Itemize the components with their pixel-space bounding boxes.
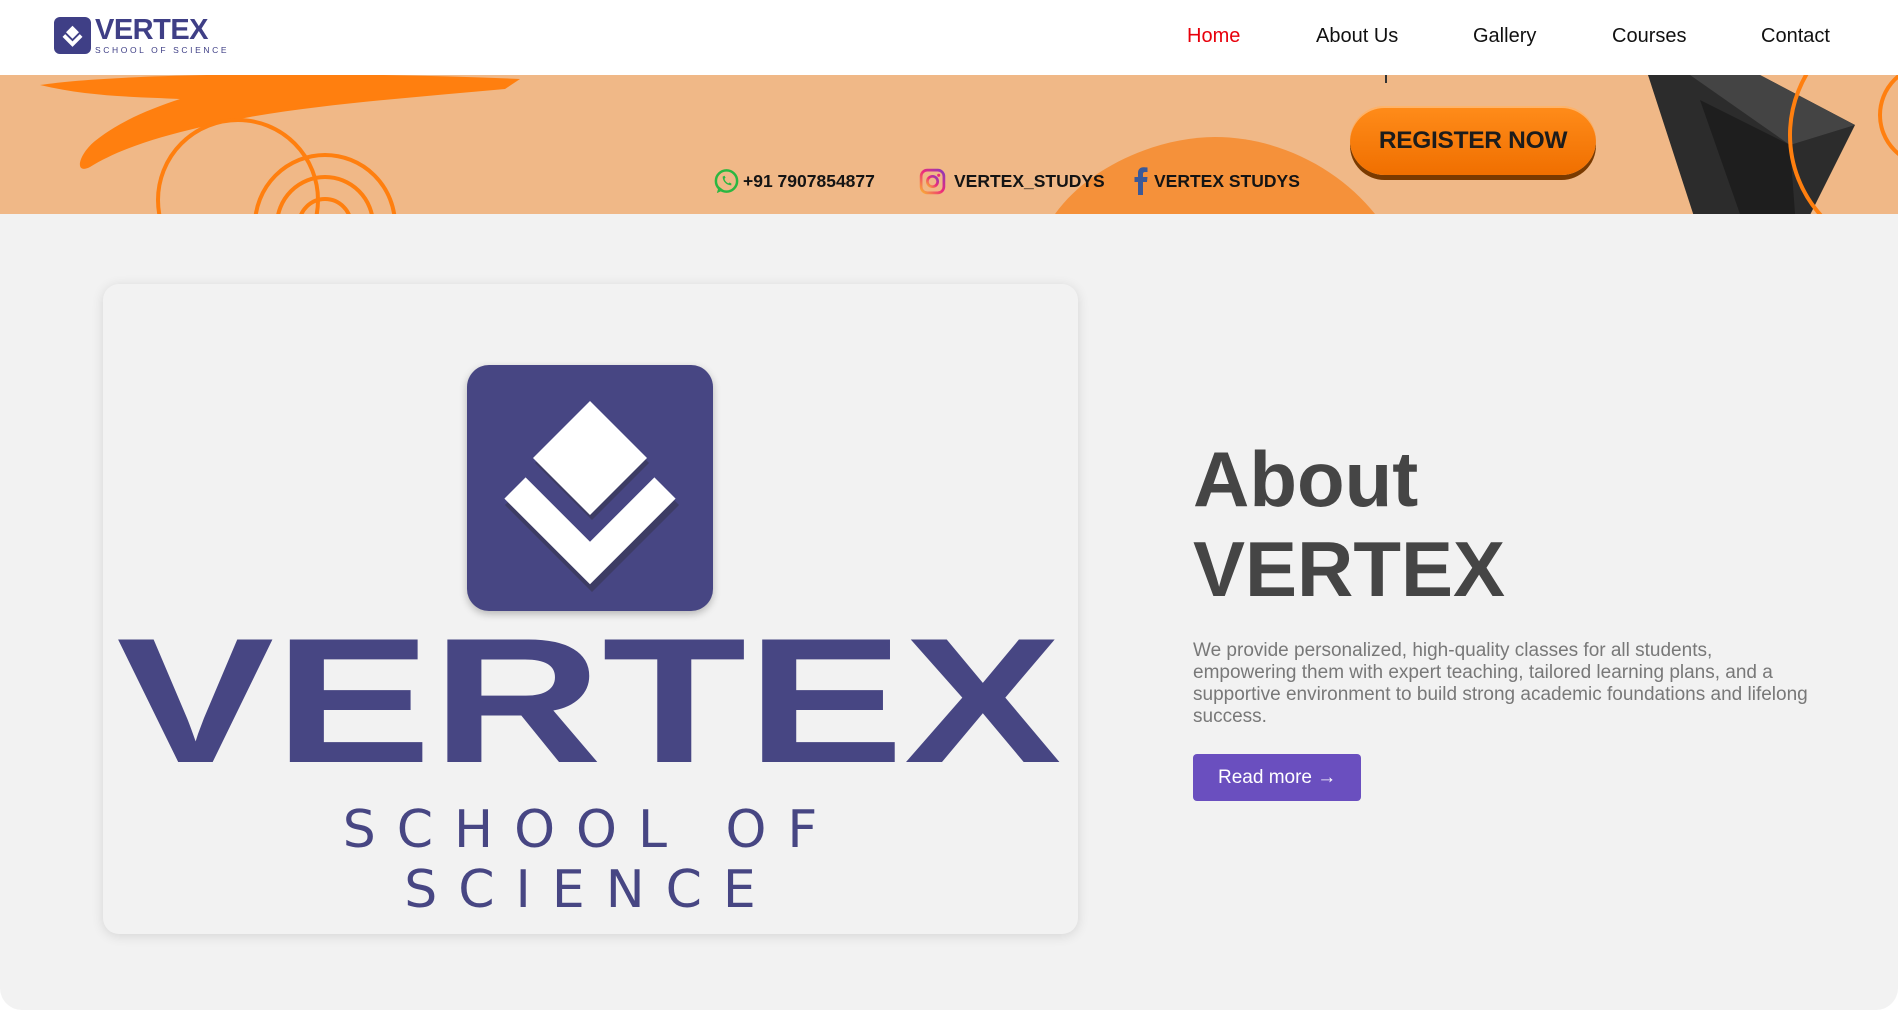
read-more-button[interactable]: Read more →: [1193, 754, 1362, 801]
instagram-handle: VERTEX_STUDYS: [954, 170, 1105, 191]
nav-gallery[interactable]: Gallery: [1473, 25, 1536, 48]
whatsapp-icon: [713, 168, 740, 195]
logo-card: VERTEX SCHOOL OF SCIENCE: [103, 284, 1078, 934]
logo-wordmark: VERTEX: [117, 632, 1062, 772]
brand-subtitle: SCHOOL OF SCIENCE: [95, 44, 230, 55]
nav-courses[interactable]: Courses: [1612, 25, 1686, 48]
about-title: About VERTEX: [1193, 434, 1813, 614]
brand-name: VERTEX: [95, 13, 209, 46]
facebook-icon: [1134, 167, 1148, 195]
top-navbar: VERTEX SCHOOL OF SCIENCE Home About Us G…: [0, 0, 1898, 75]
instagram-icon: [918, 167, 947, 196]
register-now-button[interactable]: REGISTER NOW: [1350, 106, 1596, 175]
register-now-label: REGISTER NOW: [1378, 126, 1568, 154]
nav-contact[interactable]: Contact: [1761, 25, 1830, 48]
whatsapp-number: +91 7907854877: [743, 170, 875, 191]
facebook-page: VERTEX STUDYS: [1154, 170, 1300, 191]
about-title-line2: VERTEX: [1193, 525, 1506, 613]
nav-about-us[interactable]: About Us: [1316, 25, 1398, 48]
about-text-block: About VERTEX We provide personalized, hi…: [1193, 434, 1813, 801]
logo-subtitle: SCHOOL OF SCIENCE: [342, 800, 839, 920]
facebook-contact[interactable]: VERTEX STUDYS: [1134, 167, 1300, 195]
about-description: We provide personalized, high-quality cl…: [1193, 640, 1808, 727]
about-section: VERTEX SCHOOL OF SCIENCE About VERTEX We…: [0, 214, 1898, 1010]
vertex-logo-icon: [54, 16, 91, 54]
vertex-logo-icon: [467, 365, 713, 611]
whatsapp-contact[interactable]: +91 7907854877: [713, 168, 875, 195]
about-title-line1: About: [1193, 435, 1419, 523]
brand-logo[interactable]: VERTEX SCHOOL OF SCIENCE: [54, 15, 229, 55]
nav-home[interactable]: Home: [1187, 25, 1240, 48]
promo-banner: +91 7907854877 VERTEX_STUDYS VERTEX STUD…: [0, 75, 1898, 214]
instagram-contact[interactable]: VERTEX_STUDYS: [918, 167, 1105, 196]
logo-name: VERTEX: [117, 632, 1062, 772]
